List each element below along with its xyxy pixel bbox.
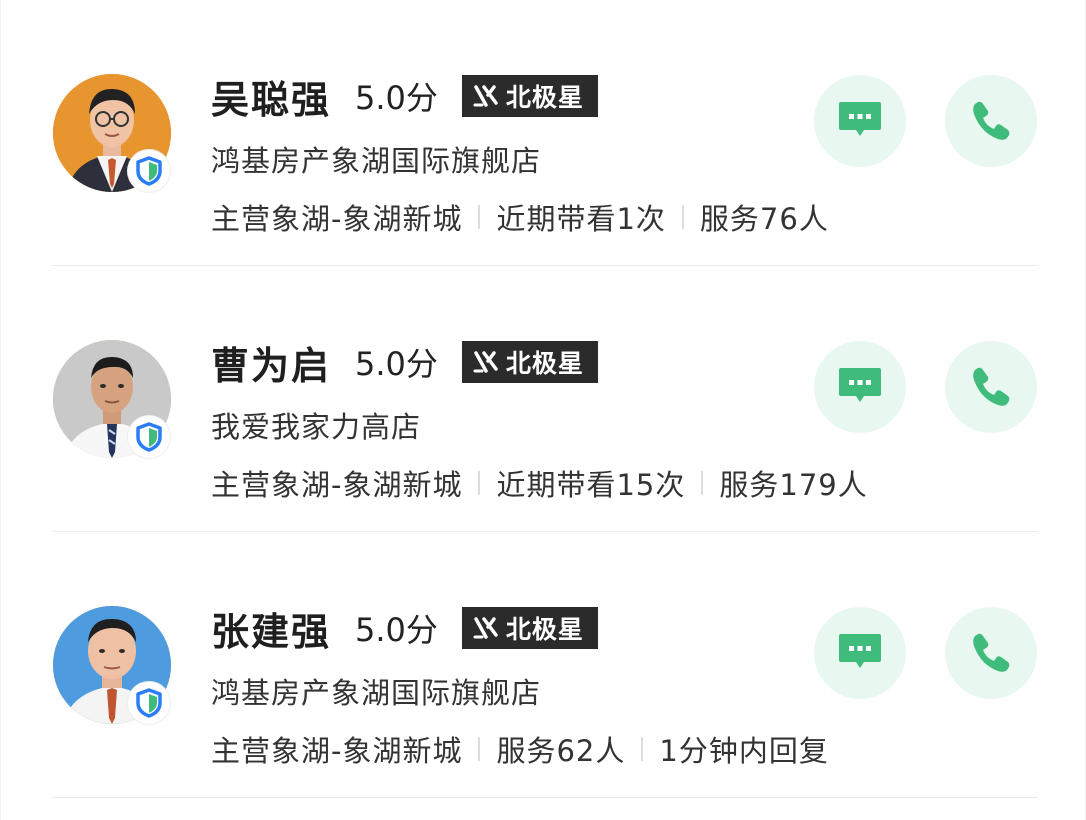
meta-row: 主营象湖-象湖新城 服务62人 1分钟内回复 bbox=[211, 728, 829, 770]
shop-name: 鸿基房产象湖国际旗舰店 bbox=[211, 676, 542, 710]
brand-star-icon bbox=[473, 85, 498, 107]
agent-list: 吴聪强 5.0分 北极星 鸿基房产象湖国际旗舰店 主营象湖-象湖新城 近期带看1… bbox=[0, 0, 1086, 798]
agent-name[interactable]: 曹为启 bbox=[211, 335, 331, 390]
chat-bubble-icon bbox=[839, 102, 881, 136]
shop-name: 鸿基房产象湖国际旗舰店 bbox=[211, 144, 542, 178]
brand-star-icon bbox=[473, 617, 498, 639]
phone-icon bbox=[973, 101, 1010, 140]
meta-divider bbox=[681, 205, 684, 229]
brand-badge: 北极星 bbox=[461, 75, 598, 117]
meta-area: 主营象湖-象湖新城 bbox=[211, 202, 463, 236]
meta-divider bbox=[478, 737, 481, 761]
meta-area: 主营象湖-象湖新城 bbox=[211, 734, 463, 768]
meta-served: 服务179人 bbox=[719, 468, 868, 502]
brand-badge-label: 北极星 bbox=[505, 349, 584, 378]
meta-response-time: 1分钟内回复 bbox=[659, 734, 829, 768]
brand-star-icon bbox=[473, 351, 498, 373]
verified-shield-icon bbox=[136, 422, 162, 452]
call-button[interactable] bbox=[945, 75, 1037, 167]
agent-score: 5.0分 bbox=[355, 79, 438, 117]
name-row: 曹为启 5.0分 北极星 bbox=[211, 338, 598, 388]
agent-name[interactable]: 张建强 bbox=[211, 601, 331, 656]
call-button[interactable] bbox=[945, 607, 1037, 699]
brand-badge: 北极星 bbox=[461, 607, 598, 649]
meta-served: 服务76人 bbox=[699, 202, 829, 236]
phone-icon bbox=[973, 367, 1010, 406]
name-row: 吴聪强 5.0分 北极星 bbox=[211, 72, 598, 122]
agent-card[interactable]: 曹为启 5.0分 北极星 我爱我家力高店 主营象湖-象湖新城 近期带看15次 服… bbox=[0, 266, 1086, 532]
meta-divider bbox=[701, 471, 704, 495]
meta-viewings: 近期带看1次 bbox=[496, 202, 666, 236]
agent-card[interactable]: 吴聪强 5.0分 北极星 鸿基房产象湖国际旗舰店 主营象湖-象湖新城 近期带看1… bbox=[0, 0, 1086, 266]
meta-divider bbox=[478, 471, 481, 495]
chat-bubble-icon bbox=[839, 368, 881, 402]
verified-badge bbox=[128, 150, 170, 192]
agent-score: 5.0分 bbox=[355, 611, 438, 649]
shop-name: 我爱我家力高店 bbox=[211, 410, 422, 444]
meta-viewings: 近期带看15次 bbox=[496, 468, 686, 502]
call-button[interactable] bbox=[945, 341, 1037, 433]
chat-button[interactable] bbox=[814, 341, 906, 433]
meta-divider bbox=[641, 737, 644, 761]
verified-badge bbox=[128, 416, 170, 458]
meta-area: 主营象湖-象湖新城 bbox=[211, 468, 463, 502]
meta-divider bbox=[478, 205, 481, 229]
verified-shield-icon bbox=[136, 688, 162, 718]
brand-badge-label: 北极星 bbox=[505, 83, 584, 112]
chat-button[interactable] bbox=[814, 75, 906, 167]
chat-button[interactable] bbox=[814, 607, 906, 699]
meta-row: 主营象湖-象湖新城 近期带看15次 服务179人 bbox=[211, 462, 868, 504]
agent-score: 5.0分 bbox=[355, 345, 438, 383]
meta-row: 主营象湖-象湖新城 近期带看1次 服务76人 bbox=[211, 196, 829, 238]
phone-icon bbox=[973, 633, 1010, 672]
name-row: 张建强 5.0分 北极星 bbox=[211, 604, 598, 654]
verified-shield-icon bbox=[136, 156, 162, 186]
chat-bubble-icon bbox=[839, 634, 881, 668]
brand-badge-label: 北极星 bbox=[505, 615, 584, 644]
agent-card[interactable]: 张建强 5.0分 北极星 鸿基房产象湖国际旗舰店 主营象湖-象湖新城 服务62人… bbox=[0, 532, 1086, 798]
verified-badge bbox=[128, 682, 170, 724]
brand-badge: 北极星 bbox=[461, 341, 598, 383]
agent-name[interactable]: 吴聪强 bbox=[211, 69, 331, 124]
meta-served: 服务62人 bbox=[496, 734, 626, 768]
